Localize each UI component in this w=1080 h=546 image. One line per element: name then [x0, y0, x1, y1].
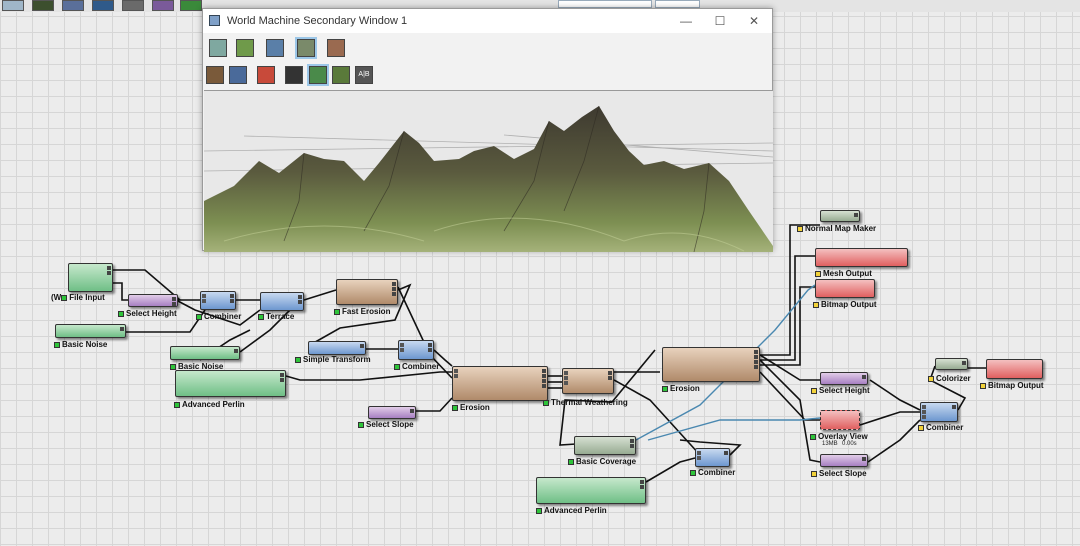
orbit-icon[interactable]: [206, 66, 224, 84]
advanced-perlin-label-2: Advanced Perlin: [536, 506, 607, 515]
bitmap-output-node-2[interactable]: [986, 359, 1043, 379]
colorizer-node[interactable]: [935, 358, 968, 370]
view-2d-icon[interactable]: [209, 39, 227, 57]
thermal-weathering-node[interactable]: [562, 368, 614, 394]
basic-noise-label-1: Basic Noise: [54, 340, 107, 349]
overlay-time-readout: 0.00s: [842, 441, 857, 447]
select-slope-label-2: Select Slope: [811, 469, 867, 478]
render-options-toolbar: A|B: [203, 62, 772, 88]
view-mode-toolbar: [203, 35, 772, 61]
window-title: World Machine Secondary Window 1: [227, 15, 408, 27]
help-icon[interactable]: [332, 66, 350, 84]
basic-noise-node-2[interactable]: [170, 346, 240, 360]
3d-view-icon[interactable]: [295, 37, 317, 59]
combiner-label-1: Combiner: [196, 312, 241, 321]
advanced-perlin-node-1[interactable]: [175, 370, 286, 397]
simple-transform-label: Simple Transform: [295, 355, 371, 364]
overlay-view-label: Overlay View: [810, 432, 868, 441]
mesh-output-node[interactable]: [815, 248, 908, 267]
render-icon[interactable]: [257, 66, 275, 84]
combiner-node-4[interactable]: [920, 402, 958, 422]
normal-map-maker-node[interactable]: [820, 210, 860, 222]
overlay-mem-readout: 13MB: [822, 441, 838, 447]
terrain-render: [204, 105, 773, 252]
texture-view-icon[interactable]: [327, 39, 345, 57]
select-slope-node-2[interactable]: [820, 454, 868, 467]
camera-move-icon[interactable]: [229, 66, 247, 84]
close-button[interactable]: ✕: [737, 11, 771, 31]
grid-view-icon[interactable]: [236, 39, 254, 57]
terrace-node[interactable]: [260, 292, 304, 311]
globe-icon[interactable]: [266, 39, 284, 57]
combiner-label-3: Combiner: [690, 468, 735, 477]
fast-erosion-label: Fast Erosion: [334, 307, 390, 316]
basic-noise-node-1[interactable]: [55, 324, 126, 338]
combiner-node-3[interactable]: [695, 448, 730, 467]
wireframe-icon[interactable]: [307, 64, 329, 86]
terrain-mesh: [204, 106, 773, 252]
file-input-node[interactable]: [68, 263, 113, 292]
colorizer-label: Colorizer: [928, 374, 971, 383]
erosion-node-2[interactable]: [662, 347, 760, 382]
simple-transform-node[interactable]: [308, 341, 366, 355]
terrace-label: Terrace: [258, 312, 294, 321]
combiner-node-2[interactable]: [398, 340, 434, 360]
bitmap-output-label-2: Bitmap Output: [980, 381, 1044, 390]
combiner-label-4: Combiner: [918, 423, 963, 432]
file-input-label: (W File Input: [51, 293, 105, 302]
advanced-perlin-label-1: Advanced Perlin: [174, 400, 245, 409]
erosion-label-1: Erosion: [452, 403, 490, 412]
erosion-node-1[interactable]: [452, 366, 548, 401]
combiner-label-2: Combiner: [394, 362, 439, 371]
ab-compare-button[interactable]: A|B: [355, 66, 373, 84]
select-height-label-2: Select Height: [811, 386, 870, 395]
fast-erosion-node[interactable]: [336, 279, 398, 305]
bitmap-output-label-1: Bitmap Output: [813, 300, 877, 309]
window-titlebar[interactable]: World Machine Secondary Window 1 — ☐ ✕: [203, 9, 772, 33]
camera-icon[interactable]: [285, 66, 303, 84]
select-height-node-2[interactable]: [820, 372, 868, 385]
maximize-button[interactable]: ☐: [703, 11, 737, 31]
thermal-weathering-label: Thermal Weathering: [543, 398, 628, 407]
select-slope-node-1[interactable]: [368, 406, 416, 419]
advanced-perlin-node-2[interactable]: [536, 477, 646, 504]
overlay-view-node[interactable]: [820, 410, 860, 430]
terrain-3d-viewport[interactable]: [204, 90, 773, 252]
select-slope-label-1: Select Slope: [358, 420, 414, 429]
select-height-label-1: Select Height: [118, 309, 177, 318]
basic-coverage-node[interactable]: [574, 436, 636, 455]
normal-map-maker-label: Normal Map Maker: [797, 224, 876, 233]
basic-coverage-label: Basic Coverage: [568, 457, 636, 466]
erosion-label-2: Erosion: [662, 384, 700, 393]
select-height-node-1[interactable]: [128, 294, 178, 307]
minimize-button[interactable]: —: [669, 11, 703, 31]
bitmap-output-node-1[interactable]: [815, 279, 875, 298]
app-icon: [209, 15, 220, 26]
mesh-output-label: Mesh Output: [815, 269, 872, 278]
combiner-node-1[interactable]: [200, 291, 236, 310]
secondary-window[interactable]: World Machine Secondary Window 1 — ☐ ✕ A…: [202, 8, 773, 252]
